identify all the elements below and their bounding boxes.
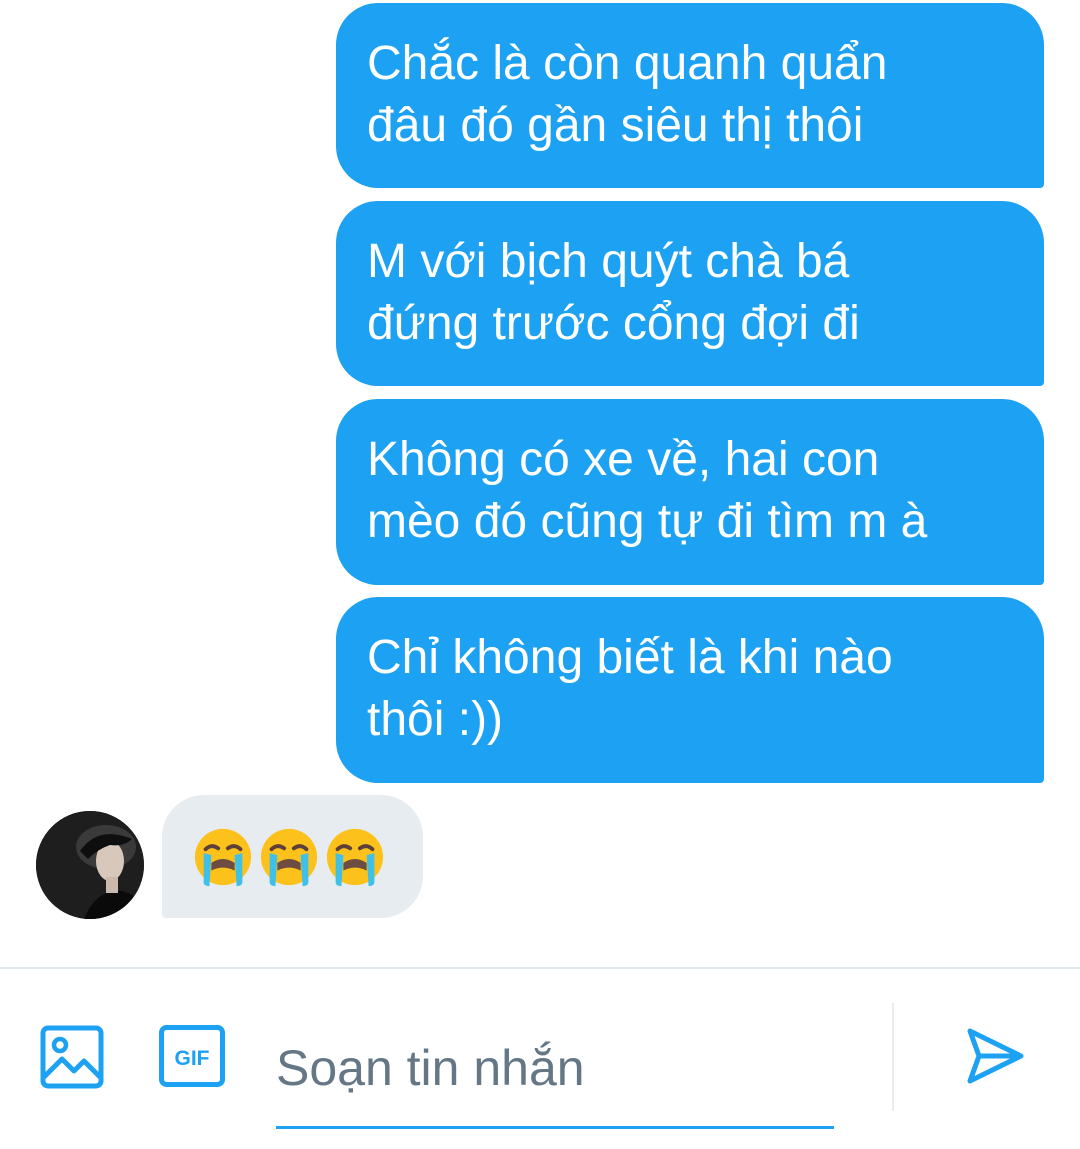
message-input[interactable] [276,1009,834,1126]
send-icon [967,1028,1024,1084]
loudly-crying-face-icon [260,828,318,886]
message-composer: GIF [0,967,1080,1149]
incoming-message[interactable] [162,795,423,918]
emoji-row [192,826,386,888]
outgoing-message[interactable]: Không có xe về, hai con mèo đó cũng tự đ… [336,399,1044,585]
media-button[interactable] [40,1025,104,1089]
gif-icon: GIF [159,1025,225,1087]
avatar[interactable] [36,811,144,919]
loudly-crying-face-icon [326,828,384,886]
outgoing-message[interactable]: M với bịch quýt chà bá đứng trước cổng đ… [336,201,1044,386]
send-button[interactable] [964,1025,1026,1087]
outgoing-message[interactable]: Chắc là còn quanh quẩn đâu đó gần siêu t… [336,3,1044,188]
loudly-crying-face-icon [194,828,252,886]
gif-button[interactable]: GIF [159,1025,225,1087]
gif-label: GIF [175,1047,210,1070]
outgoing-message[interactable]: Chỉ không biết là khi nào thôi :)) [336,597,1044,783]
message-input-wrapper [276,1009,834,1129]
composer-divider [892,1003,894,1111]
avatar-photo [36,811,144,919]
image-icon [40,1025,104,1089]
